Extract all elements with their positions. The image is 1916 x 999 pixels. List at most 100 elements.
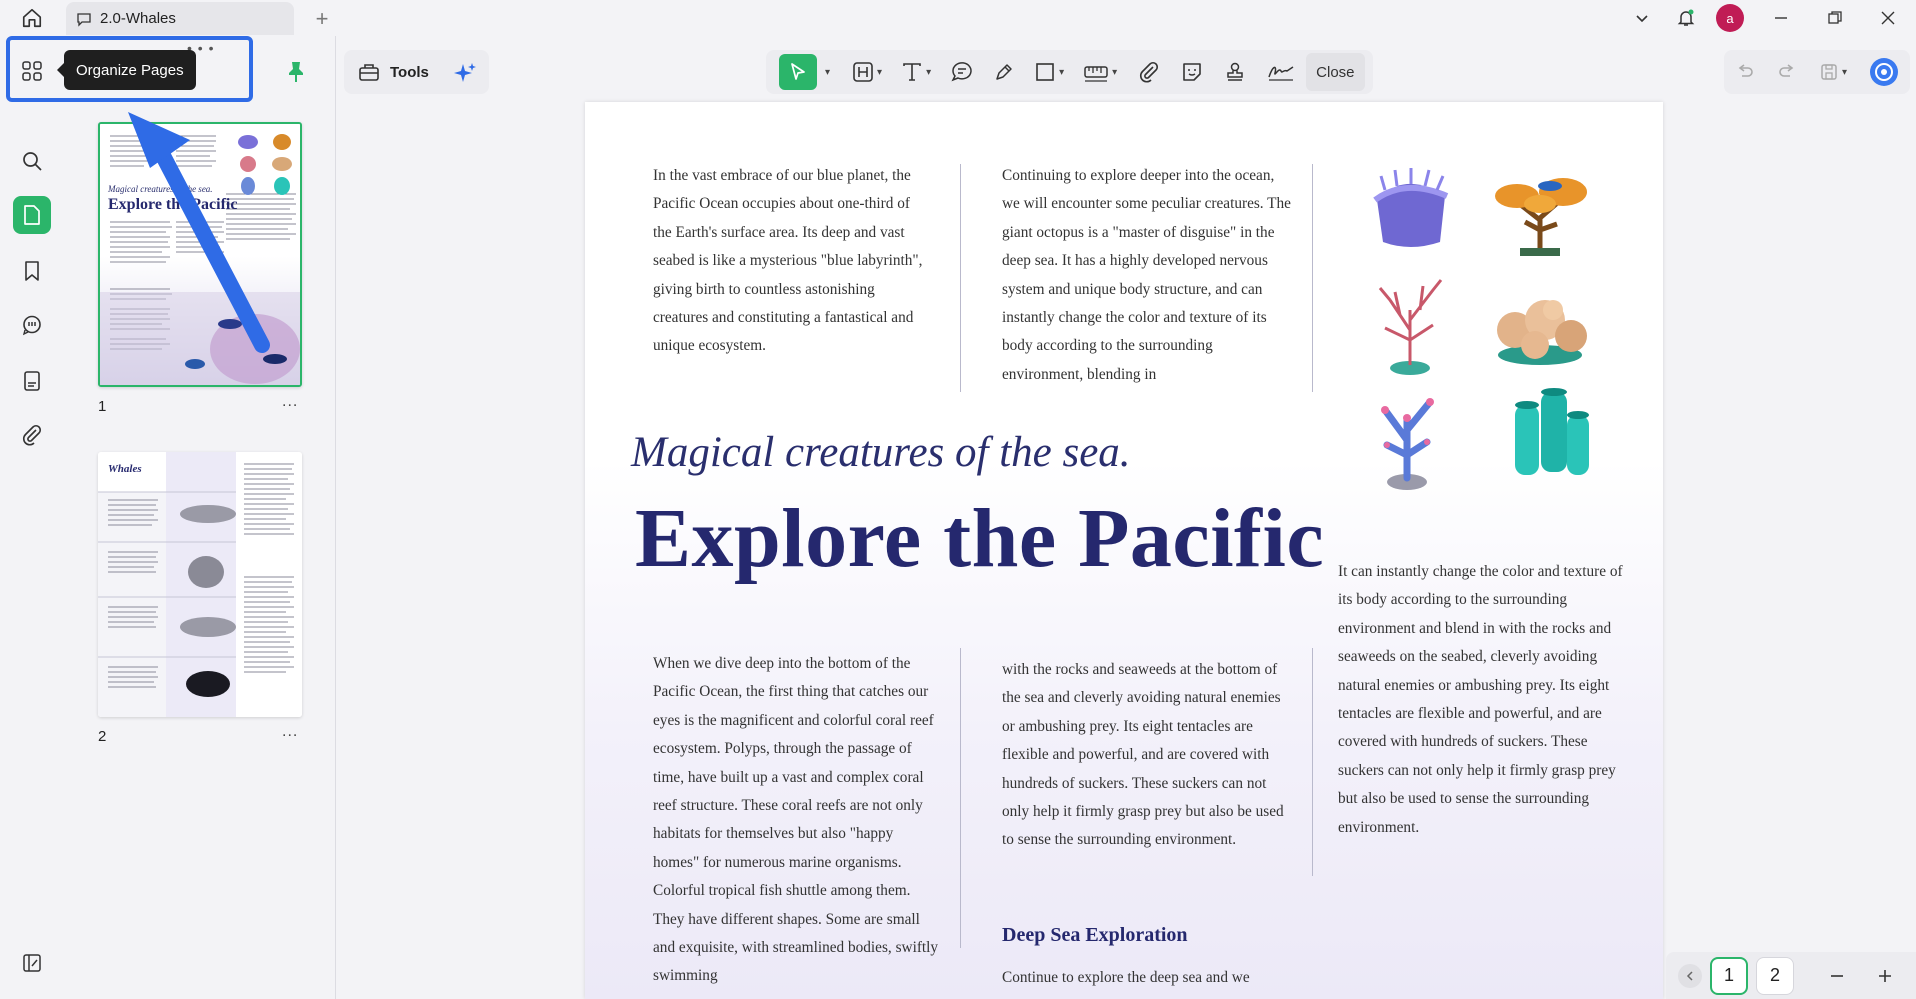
chevron-down-icon[interactable]: ▾ — [877, 67, 882, 78]
title-bar: 2.0-Whales + a — [0, 0, 1916, 36]
page-thumbnail-2[interactable]: Whales — [98, 452, 302, 717]
sticker-tool-button[interactable] — [1181, 54, 1203, 90]
user-avatar[interactable]: a — [1708, 0, 1752, 36]
document-tab[interactable]: 2.0-Whales — [66, 2, 294, 35]
section-heading: Deep Sea Exploration — [1002, 924, 1188, 946]
plus-icon — [1879, 969, 1891, 982]
comments-button[interactable] — [13, 306, 51, 344]
home-icon[interactable] — [18, 5, 46, 31]
minus-icon — [1831, 974, 1843, 977]
undo-icon[interactable] — [1735, 62, 1755, 82]
search-button[interactable] — [13, 142, 51, 180]
tube-coral-image — [1515, 388, 1589, 475]
document-page: In the vast embrace of our blue planet, … — [585, 102, 1663, 999]
text-icon — [903, 63, 921, 81]
tab-title: 2.0-Whales — [100, 10, 176, 27]
left-rail — [0, 36, 64, 999]
chevron-down-icon[interactable]: ▾ — [1842, 67, 1847, 78]
sticker-icon — [1183, 63, 1201, 81]
page-thumbnail-1[interactable]: Magical creatures of the sea. Explore th… — [98, 122, 302, 387]
column-divider — [1312, 164, 1313, 392]
paragraph-tentacles: with the rocks and seaweeds at the botto… — [1002, 661, 1284, 849]
pen-icon — [996, 64, 1012, 80]
page-icon — [24, 205, 40, 225]
page-button-2[interactable]: 2 — [1756, 956, 1794, 995]
bookmarks-button[interactable] — [13, 252, 51, 290]
paragraph-camouflage: It can instantly change the color and te… — [1338, 563, 1623, 836]
page-navigation: 1 2 — [1666, 952, 1916, 999]
signature-tool-button[interactable] — [1267, 54, 1295, 90]
tools-label: Tools — [390, 63, 429, 81]
paragraph-coral-reef: When we dive deep into the bottom of the… — [653, 655, 939, 985]
paragraph-octopus: Continuing to explore deeper into the oc… — [1002, 167, 1291, 383]
thumbnail-page-number: 1 — [98, 398, 107, 415]
chevron-down-icon[interactable]: ▾ — [1059, 67, 1064, 78]
ai-sparkle-icon[interactable] — [453, 62, 477, 84]
ruler-icon — [1084, 66, 1108, 82]
pin-icon[interactable] — [286, 60, 306, 89]
text-tool-button[interactable]: ▾ — [901, 54, 931, 90]
paperclip-icon — [23, 424, 42, 446]
highlight-tool-button[interactable]: ▾ — [852, 54, 882, 90]
page-button-1[interactable]: 1 — [1710, 956, 1748, 995]
sea-anemone-image — [1373, 168, 1449, 247]
search-icon — [23, 152, 42, 171]
save-icon — [1821, 64, 1837, 80]
new-tab-button[interactable]: + — [310, 6, 334, 32]
thumbnail-more-button[interactable]: ... — [282, 393, 298, 411]
edit-tools-group: ▾ ▾ ▾ ▾ ▾ Close — [766, 50, 1373, 94]
save-button[interactable]: ▾ — [1819, 62, 1847, 82]
measure-tool-button[interactable]: ▾ — [1083, 54, 1117, 90]
tools-button[interactable]: Tools — [344, 50, 489, 94]
coral-illustrations — [1373, 168, 1589, 490]
document-icon — [24, 371, 40, 391]
page-title: Explore the Pacific — [635, 492, 1325, 585]
attachment-panel-button[interactable] — [13, 362, 51, 400]
thumbnail-preview: Whales — [98, 452, 302, 717]
select-tool-button[interactable] — [779, 54, 817, 90]
paperclip-icon — [1140, 61, 1159, 83]
minimize-button[interactable] — [1752, 0, 1810, 36]
notification-bell-icon[interactable] — [1664, 0, 1708, 36]
attachments-button[interactable] — [13, 416, 51, 454]
redo-icon[interactable] — [1777, 62, 1797, 82]
comment-bubble-icon — [951, 62, 972, 82]
signature-icon — [1268, 66, 1294, 81]
comment-tool-button[interactable] — [950, 54, 974, 90]
thumb-whales-title: Whales — [108, 463, 142, 475]
chevron-down-icon[interactable] — [1620, 0, 1664, 36]
paragraph-intro: In the vast embrace of our blue planet, … — [653, 167, 923, 355]
shape-tool-button[interactable]: ▾ — [1034, 54, 1064, 90]
thumbnail-preview: Magical creatures of the sea. Explore th… — [100, 124, 300, 385]
sidebar-icon — [23, 954, 41, 972]
close-edit-button[interactable]: Close — [1306, 53, 1365, 91]
ai-assistant-icon[interactable] — [1869, 57, 1899, 87]
zoom-out-button[interactable] — [1818, 957, 1856, 995]
comment-icon — [22, 315, 41, 336]
mushroom-coral-image — [1497, 300, 1587, 365]
stamp-icon — [1227, 62, 1243, 81]
blue-branch-coral-image — [1381, 398, 1434, 490]
bookmark-icon — [25, 261, 39, 281]
stamp-tool-button[interactable] — [1224, 54, 1246, 90]
attach-tool-button[interactable] — [1138, 54, 1160, 90]
restore-button[interactable] — [1810, 0, 1860, 36]
thumbnail-more-button[interactable]: ... — [282, 723, 298, 741]
chevron-left-icon[interactable] — [1678, 963, 1702, 988]
pen-tool-button[interactable] — [993, 54, 1015, 90]
avatar: a — [1716, 4, 1744, 32]
page-subtitle: Magical creatures of the sea. — [631, 429, 1131, 476]
thumbnails-button[interactable] — [13, 196, 51, 234]
comment-icon — [77, 12, 91, 27]
chevron-down-icon[interactable]: ▾ — [1112, 67, 1117, 78]
close-window-button[interactable] — [1860, 0, 1916, 36]
chevron-down-icon[interactable]: ▾ — [926, 67, 931, 78]
zoom-in-button[interactable] — [1866, 957, 1904, 995]
chevron-down-icon[interactable]: ▾ — [825, 67, 830, 78]
thumb-subtitle: Magical creatures of the sea. — [107, 184, 213, 194]
organize-pages-tooltip: Organize Pages — [57, 50, 196, 90]
rectangle-icon — [1036, 63, 1054, 81]
paragraph-deep-sea: Continue to explore the deep sea and we — [1002, 969, 1250, 986]
sidebar-toggle-button[interactable] — [13, 944, 51, 982]
column-divider — [960, 648, 961, 948]
